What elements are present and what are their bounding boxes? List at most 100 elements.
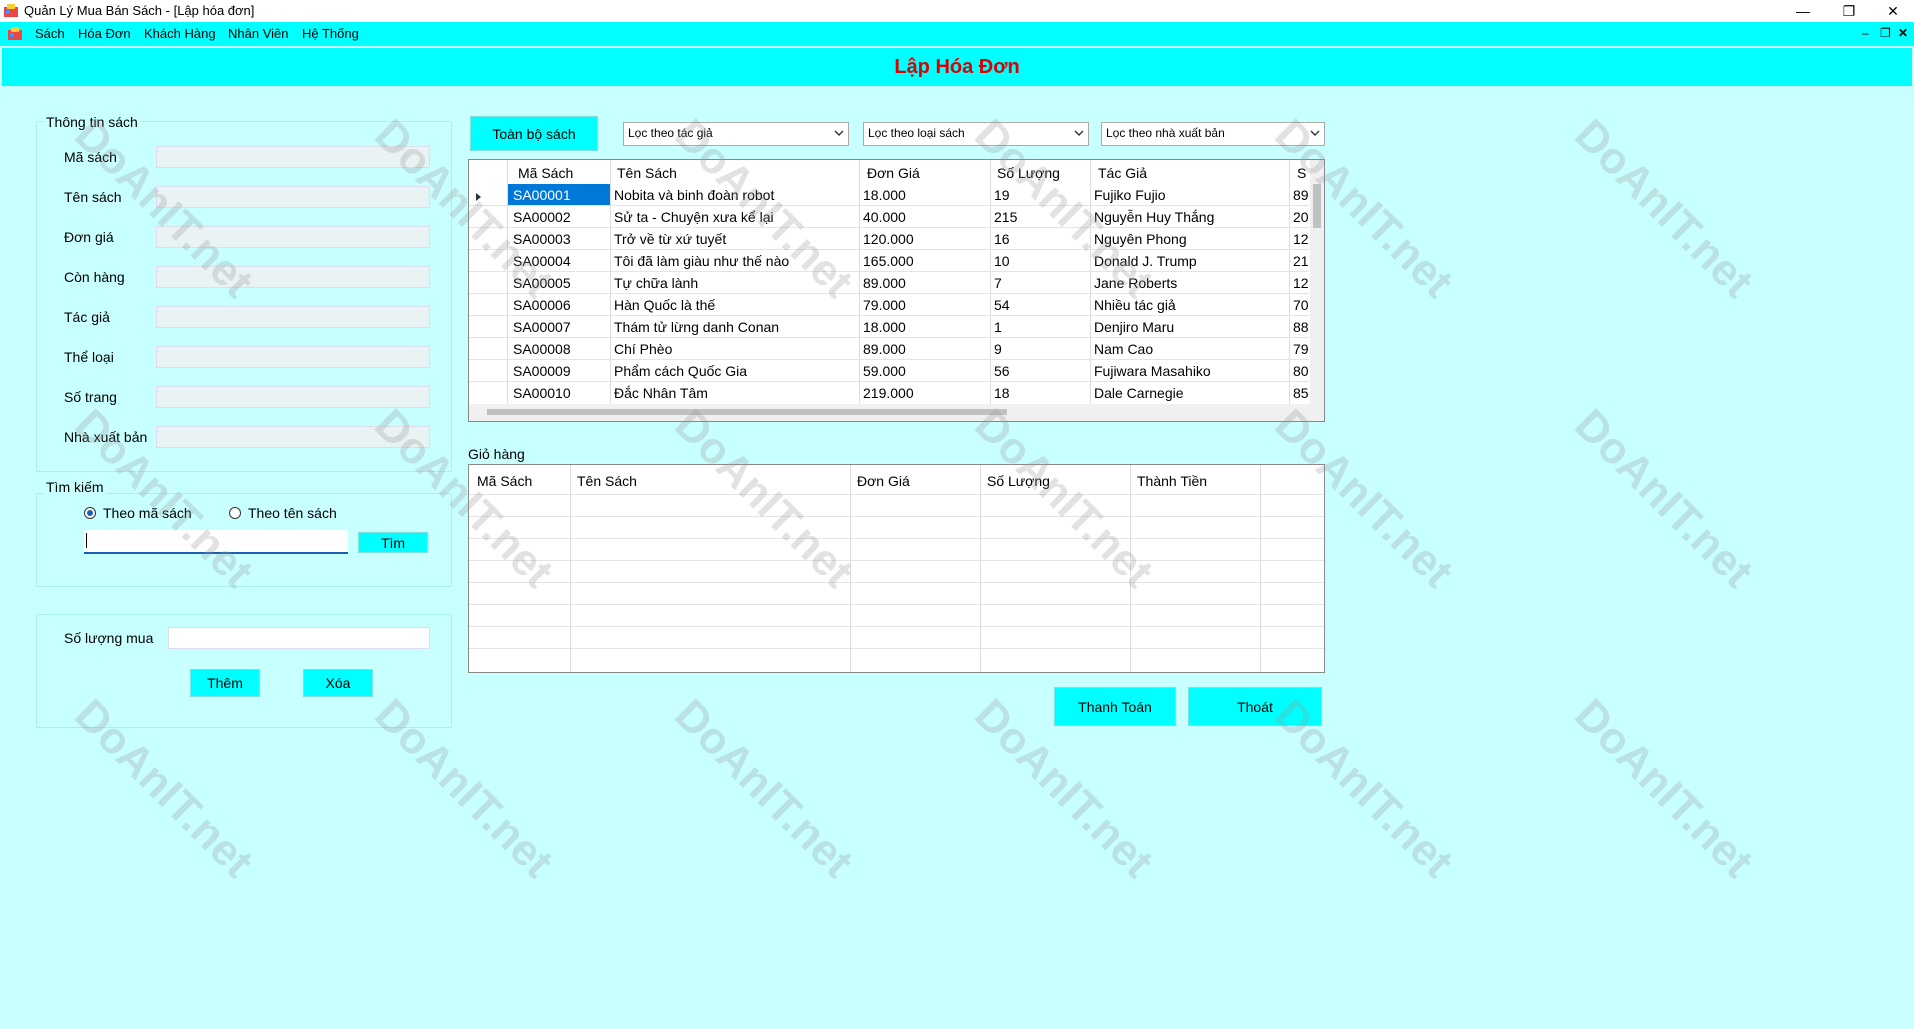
vertical-scrollbar[interactable]	[1310, 160, 1324, 404]
col-don-gia[interactable]: Đơn Giá	[867, 165, 920, 181]
table-cell[interactable]: Sử ta - Chuyện xưa kể lại	[614, 209, 858, 225]
author-filter-select[interactable]: Lọc theo tác giả	[623, 122, 849, 146]
table-cell[interactable]: 56	[994, 363, 1010, 379]
table-cell[interactable]: Denjiro Maru	[1094, 319, 1288, 335]
minimize-button[interactable]: —	[1780, 0, 1826, 22]
table-cell[interactable]: 18.000	[863, 319, 906, 335]
col-ma-sach[interactable]: Mã Sách	[518, 165, 573, 181]
menu-khach-hang[interactable]: Khách Hàng	[144, 26, 216, 41]
table-cell[interactable]: SA00008	[513, 341, 571, 357]
table-cell[interactable]: Nobita và binh đoàn robot	[614, 187, 858, 203]
delete-button[interactable]: Xóa	[303, 669, 373, 697]
table-cell[interactable]: Fujiwara Masahiko	[1094, 363, 1288, 379]
table-cell[interactable]: Thám tử lừng danh Conan	[614, 319, 858, 335]
nha-xuat-ban-field[interactable]	[156, 426, 430, 448]
ten-sach-field[interactable]	[156, 186, 430, 208]
table-cell[interactable]: 12	[1293, 231, 1309, 247]
table-cell[interactable]: Chí Phèo	[614, 341, 858, 357]
publisher-filter-select[interactable]: Lọc theo nhà xuất bản	[1101, 122, 1325, 146]
menu-sach[interactable]: Sách	[35, 26, 65, 41]
radio-by-name[interactable]	[229, 506, 241, 519]
books-table[interactable]: Mã Sách Tên Sách Đơn Giá Số Lượng Tác Gi…	[468, 159, 1325, 422]
table-cell[interactable]: Tự chữa lành	[614, 275, 858, 291]
tac-gia-field[interactable]	[156, 306, 430, 328]
con-hang-field[interactable]	[156, 266, 430, 288]
table-cell[interactable]: SA00010	[513, 385, 571, 401]
table-cell[interactable]: Phẩm cách Quốc Gia	[614, 363, 858, 379]
table-cell[interactable]: Nguyên Phong	[1094, 231, 1288, 247]
table-cell[interactable]: 79	[1293, 341, 1309, 357]
cart-col-so-luong[interactable]: Số Lượng	[987, 473, 1050, 489]
table-cell[interactable]: 18	[994, 385, 1010, 401]
table-cell[interactable]: 9	[994, 341, 1002, 357]
table-cell[interactable]: 80	[1293, 363, 1309, 379]
table-cell[interactable]: 54	[994, 297, 1010, 313]
radio-by-id[interactable]	[84, 506, 96, 519]
table-cell[interactable]: SA00006	[513, 297, 571, 313]
col-tac-gia[interactable]: Tác Giả	[1098, 165, 1147, 181]
menu-he-thong[interactable]: Hệ Thống	[302, 26, 359, 41]
cart-col-ten-sach[interactable]: Tên Sách	[577, 473, 637, 489]
table-cell[interactable]: 12	[1293, 275, 1309, 291]
cart-col-thanh-tien[interactable]: Thành Tiền	[1137, 473, 1207, 489]
table-cell[interactable]: 18.000	[863, 187, 906, 203]
table-cell[interactable]: 16	[994, 231, 1010, 247]
table-cell[interactable]: Nam Cao	[1094, 341, 1288, 357]
search-input[interactable]	[84, 530, 348, 554]
table-cell[interactable]: SA00001	[513, 187, 571, 203]
table-cell[interactable]: 165.000	[863, 253, 914, 269]
table-cell[interactable]: SA00004	[513, 253, 571, 269]
table-cell[interactable]: 89.000	[863, 341, 906, 357]
table-cell[interactable]: Nhiều tác giả	[1094, 297, 1288, 313]
cart-col-don-gia[interactable]: Đơn Giá	[857, 473, 910, 489]
table-cell[interactable]: Hàn Quốc là thế	[614, 297, 858, 313]
the-loai-field[interactable]	[156, 346, 430, 368]
table-cell[interactable]: SA00005	[513, 275, 571, 291]
table-cell[interactable]: Tôi đã làm giàu như thế nào	[614, 253, 858, 269]
col-ten-sach[interactable]: Tên Sách	[617, 165, 677, 181]
cart-table[interactable]: Mã Sách Tên Sách Đơn Giá Số Lượng Thành …	[468, 464, 1325, 673]
don-gia-field[interactable]	[156, 226, 430, 248]
table-cell[interactable]: 40.000	[863, 209, 906, 225]
table-cell[interactable]: SA00007	[513, 319, 571, 335]
radio-by-id-label[interactable]: Theo mã sách	[103, 505, 192, 521]
menu-hoa-don[interactable]: Hóa Đơn	[78, 26, 131, 41]
table-cell[interactable]: 79.000	[863, 297, 906, 313]
table-cell[interactable]: 59.000	[863, 363, 906, 379]
table-cell[interactable]: 219.000	[863, 385, 914, 401]
checkout-button[interactable]: Thanh Toán	[1054, 687, 1176, 726]
table-cell[interactable]: 70	[1293, 297, 1309, 313]
table-cell[interactable]: 20	[1293, 209, 1309, 225]
all-books-button[interactable]: Toàn bộ sách	[470, 116, 598, 151]
so-trang-field[interactable]	[156, 386, 430, 408]
table-cell[interactable]: 19	[994, 187, 1010, 203]
search-button[interactable]: Tìm	[358, 532, 428, 553]
table-cell[interactable]: Donald J. Trump	[1094, 253, 1288, 269]
table-cell[interactable]: 215	[994, 209, 1017, 225]
table-cell[interactable]: Jane Roberts	[1094, 275, 1288, 291]
cart-col-ma-sach[interactable]: Mã Sách	[477, 473, 532, 489]
table-cell[interactable]: Trở về từ xứ tuyết	[614, 231, 858, 247]
radio-by-name-label[interactable]: Theo tên sách	[248, 505, 337, 521]
menu-nhan-vien[interactable]: Nhân Viên	[228, 26, 288, 41]
close-button[interactable]: ✕	[1872, 0, 1914, 22]
mdi-close-button[interactable]: ✕	[1898, 26, 1908, 40]
table-cell[interactable]: 89.000	[863, 275, 906, 291]
table-cell[interactable]: Nguyễn Huy Thắng	[1094, 209, 1288, 225]
vertical-scroll-thumb[interactable]	[1313, 184, 1321, 228]
horizontal-scrollbar[interactable]	[469, 404, 1324, 421]
table-cell[interactable]: SA00003	[513, 231, 571, 247]
table-cell[interactable]: 7	[994, 275, 1002, 291]
category-filter-select[interactable]: Lọc theo loại sách	[863, 122, 1089, 146]
exit-button[interactable]: Thoát	[1188, 687, 1322, 726]
table-cell[interactable]: 21	[1293, 253, 1309, 269]
table-cell[interactable]: 85	[1293, 385, 1309, 401]
table-cell[interactable]: Đắc Nhân Tâm	[614, 385, 858, 401]
quantity-input[interactable]	[168, 627, 430, 649]
maximize-button[interactable]: ❐	[1826, 0, 1872, 22]
table-cell[interactable]: Dale Carnegie	[1094, 385, 1288, 401]
add-button[interactable]: Thêm	[190, 669, 260, 697]
table-cell[interactable]: 89	[1293, 187, 1309, 203]
col-s[interactable]: S	[1297, 165, 1306, 181]
mdi-restore-button[interactable]: ❐	[1880, 26, 1891, 40]
